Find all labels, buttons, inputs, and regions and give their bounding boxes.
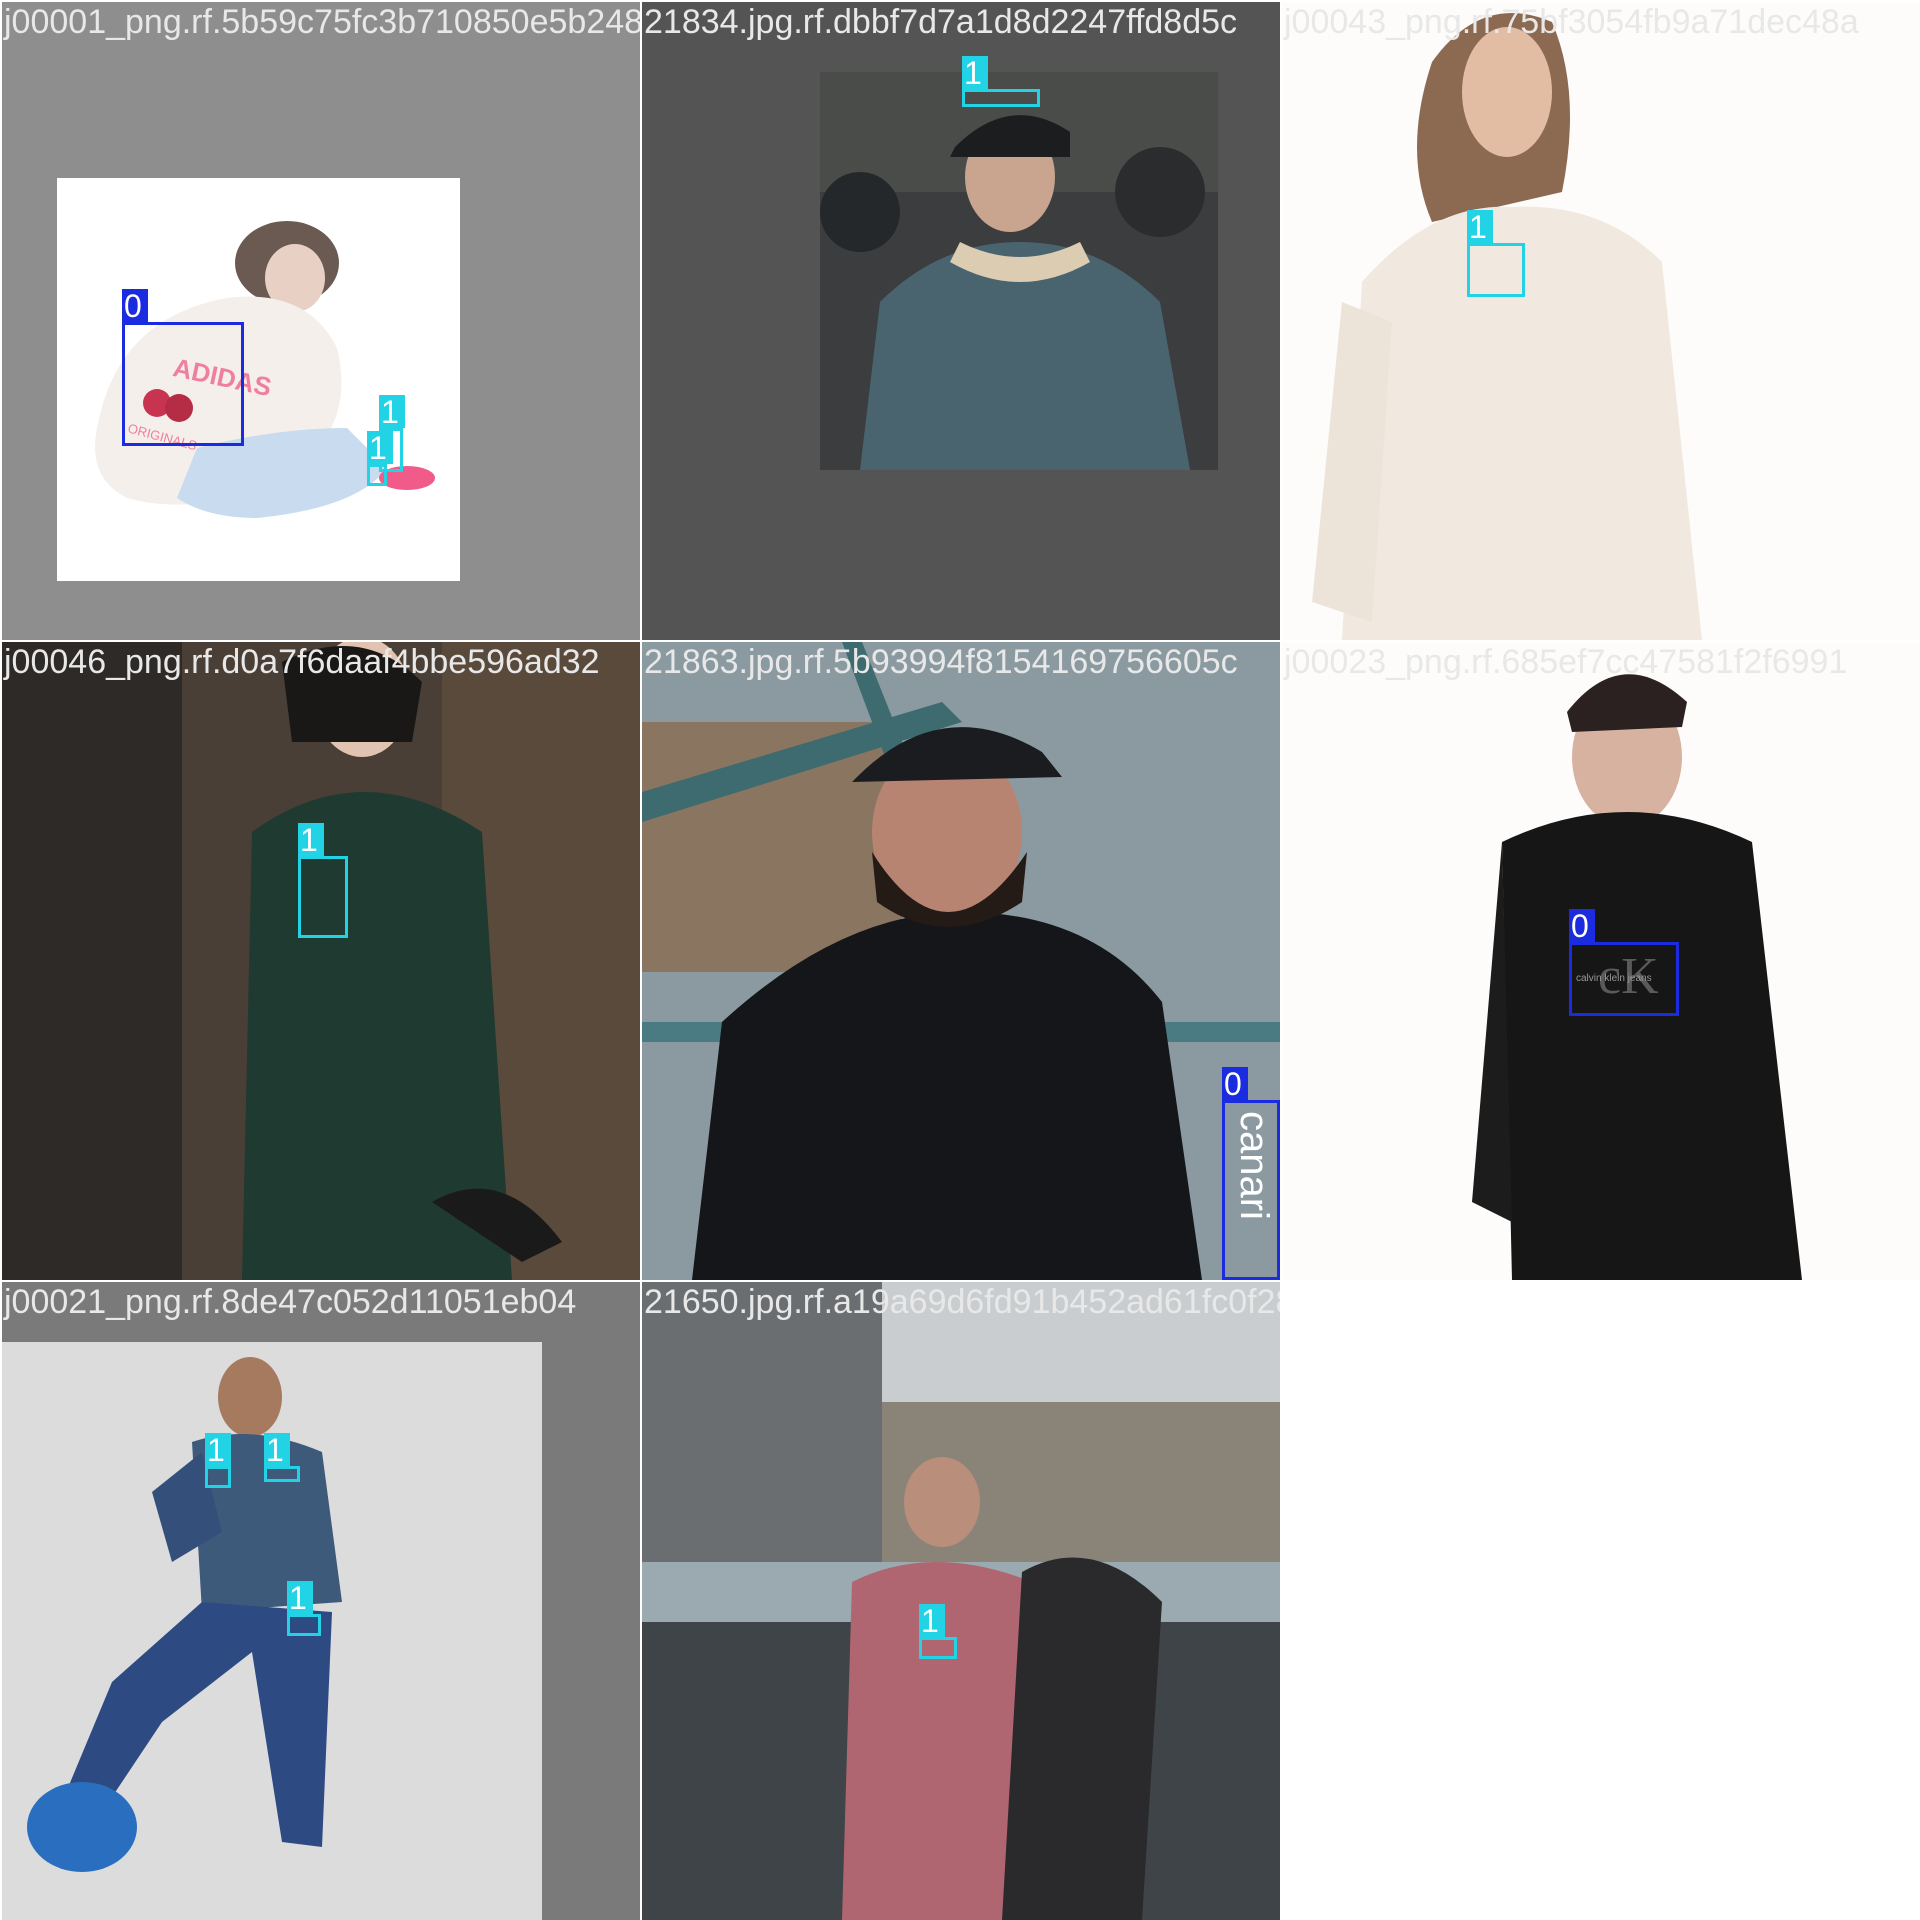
detection-label: 1 bbox=[379, 395, 405, 429]
tile-filename: j00046_png.rf.d0a7f6daaf4bbe596ad32 bbox=[4, 643, 600, 681]
calvin-klein-logo-text: calvin klein jeans bbox=[1576, 973, 1652, 984]
photo-woman-adidas-sweatshirt: ADIDAS ORIGINALS bbox=[57, 178, 460, 581]
detection-box-1: 1 bbox=[1467, 210, 1525, 297]
detection-box-1: 1 bbox=[962, 56, 1040, 107]
detection-box-1: 1 bbox=[205, 1433, 231, 1488]
detection-box-1: 1 bbox=[287, 1581, 321, 1636]
detection-box-1: 1 bbox=[298, 823, 348, 938]
detection-label: 0 bbox=[1569, 909, 1595, 943]
tile-filename: 21650.jpg.rf.a19a69d6fd91b452ad61fc0f28d… bbox=[644, 1283, 1280, 1321]
tile-filename: j00021_png.rf.8de47c052d11051eb04 bbox=[4, 1283, 577, 1321]
mosaic-tile-2: 1 21834.jpg.rf.dbbf7d7a1d8d2247ffd8d5c bbox=[642, 2, 1280, 640]
mosaic-tile-1: ADIDAS ORIGINALS 0 1 1 j00001_png.rf.5b5… bbox=[2, 2, 640, 640]
detection-label: 1 bbox=[919, 1604, 945, 1638]
detection-box-0: 0 cK calvin klein jeans bbox=[1569, 909, 1679, 1016]
photo-man-football-tracksuit bbox=[2, 1342, 542, 1920]
photo-woman-green-hoodie bbox=[2, 642, 640, 1280]
tile-filename: j00023_png.rf.685ef7cc47581f2f6991 bbox=[1284, 643, 1848, 681]
photo-woman-cream-sweatshirt bbox=[1282, 2, 1920, 640]
detection-label: 1 bbox=[264, 1433, 290, 1467]
tile-filename: j00043_png.rf.75bf3054fb9a71dec48a bbox=[1284, 3, 1859, 41]
tile-filename: 21863.jpg.rf.5b93994f8154169756605c bbox=[644, 643, 1238, 681]
detection-box-1: 1 bbox=[264, 1433, 300, 1482]
mosaic-tile-5: 0 canari 21863.jpg.rf.5b93994f8154169756… bbox=[642, 642, 1280, 1280]
detection-label: 1 bbox=[205, 1433, 231, 1467]
mosaic-tile-6: 0 cK calvin klein jeans j00023_png.rf.68… bbox=[1282, 642, 1920, 1280]
detection-box-1: 1 bbox=[367, 431, 393, 486]
mosaic-tile-8: 1 21650.jpg.rf.a19a69d6fd91b452ad61fc0f2… bbox=[642, 1282, 1280, 1920]
detection-label: 1 bbox=[298, 823, 324, 857]
photo-man-denim-jacket bbox=[820, 72, 1218, 470]
detection-label: 0 bbox=[1222, 1067, 1248, 1101]
detection-label: 1 bbox=[287, 1581, 313, 1615]
mosaic-tile-4: 1 j00046_png.rf.d0a7f6daaf4bbe596ad32 bbox=[2, 642, 640, 1280]
mosaic-tile-3: 1 j00043_png.rf.75bf3054fb9a71dec48a bbox=[1282, 2, 1920, 640]
photo-couple-tower-bridge bbox=[642, 1282, 1280, 1920]
tile-filename: 21834.jpg.rf.dbbf7d7a1d8d2247ffd8d5c bbox=[644, 3, 1238, 41]
detection-box-1: 1 bbox=[919, 1604, 957, 1659]
detection-box-0: 0 canari bbox=[1222, 1067, 1280, 1280]
mosaic-tile-7: 1 1 1 j00021_png.rf.8de47c052d11051eb04 bbox=[2, 1282, 640, 1920]
tile-filename: j00001_png.rf.5b59c75fc3b710850e5b2487c bbox=[4, 3, 640, 41]
detection-label: 1 bbox=[367, 431, 393, 465]
detection-label: 0 bbox=[122, 289, 148, 323]
canari-logo-text: canari bbox=[1232, 1111, 1276, 1220]
photo-bearded-man-bridge bbox=[642, 642, 1280, 1280]
detection-box-0: 0 bbox=[122, 289, 244, 446]
detection-label: 1 bbox=[1467, 210, 1493, 244]
detection-label: 1 bbox=[962, 56, 988, 90]
